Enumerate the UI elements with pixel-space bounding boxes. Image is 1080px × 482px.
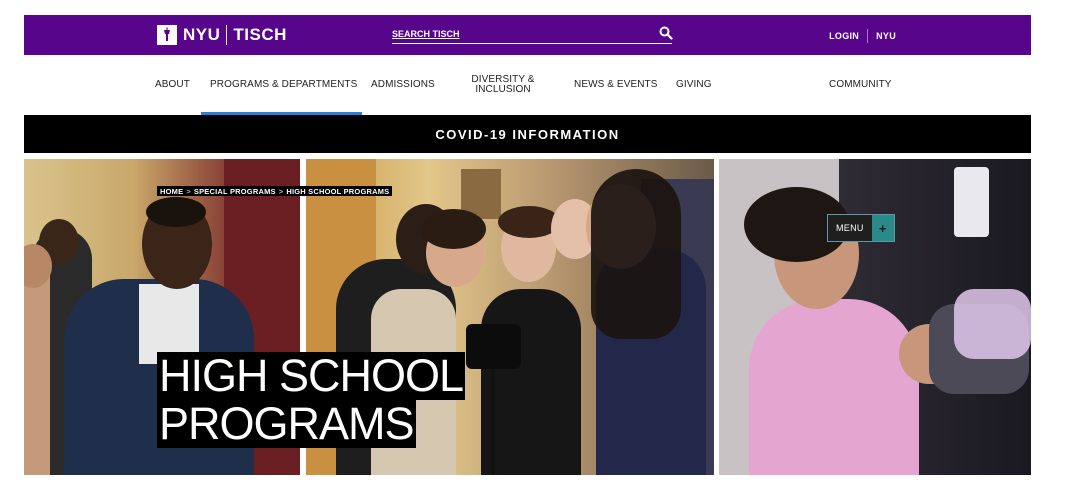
nav-item-giving[interactable]: GIVING <box>676 80 712 90</box>
search-input[interactable] <box>392 25 672 44</box>
breadcrumb-separator: > <box>278 186 284 196</box>
covid-banner-label: COVID-19 INFORMATION <box>435 126 620 142</box>
logo-divider <box>226 25 228 45</box>
breadcrumb-separator: > <box>186 186 191 196</box>
nyu-tisch-logo[interactable]: NYU TISCH <box>157 23 287 47</box>
hero-section: HOME > SPECIAL PROGRAMS > HIGH SCHOOL PR… <box>24 159 1031 475</box>
nav-item-admissions[interactable]: ADMISSIONS <box>371 80 435 90</box>
breadcrumb: HOME > SPECIAL PROGRAMS > HIGH SCHOOL PR… <box>157 186 393 196</box>
logo-nyu-text: NYU <box>183 25 221 44</box>
top-header-bar: NYU TISCH LOGIN NYU <box>24 15 1031 55</box>
nav-item-news-events[interactable]: NEWS & EVENTS <box>574 80 658 90</box>
breadcrumb-special-programs[interactable]: SPECIAL PROGRAMS <box>194 187 276 196</box>
nav-item-about[interactable]: ABOUT <box>155 80 190 90</box>
breadcrumb-home[interactable]: HOME <box>160 187 183 196</box>
search-box <box>392 25 698 45</box>
page-title: HIGH SCHOOL PROGRAMS <box>157 350 466 449</box>
nyu-torch-icon <box>157 25 177 45</box>
covid-banner[interactable]: COVID-19 INFORMATION <box>24 115 1031 153</box>
page-title-line-2: PROGRAMS <box>157 398 416 449</box>
nav-item-programs-departments[interactable]: PROGRAMS & DEPARTMENTS <box>210 80 357 90</box>
hero-photo-welder <box>719 159 1031 475</box>
nav-item-community[interactable]: COMMUNITY <box>829 80 892 90</box>
search-icon[interactable] <box>659 26 675 42</box>
plus-icon: + <box>871 215 894 241</box>
page-title-line-1: HIGH SCHOOL <box>157 350 466 401</box>
login-link[interactable]: LOGIN <box>829 31 859 41</box>
breadcrumb-current: HIGH SCHOOL PROGRAMS <box>286 186 390 196</box>
menu-button-label: MENU <box>828 215 872 241</box>
nav-item-diversity-inclusion[interactable]: DIVERSITY & INCLUSION <box>470 75 536 95</box>
menu-button[interactable]: MENU + <box>827 214 895 242</box>
utility-divider <box>867 29 869 43</box>
logo-tisch-text: TISCH <box>233 25 287 44</box>
main-navigation: ABOUT PROGRAMS & DEPARTMENTS ADMISSIONS … <box>24 55 1031 115</box>
nyu-link[interactable]: NYU <box>876 31 896 41</box>
utility-links: LOGIN NYU <box>829 29 896 43</box>
